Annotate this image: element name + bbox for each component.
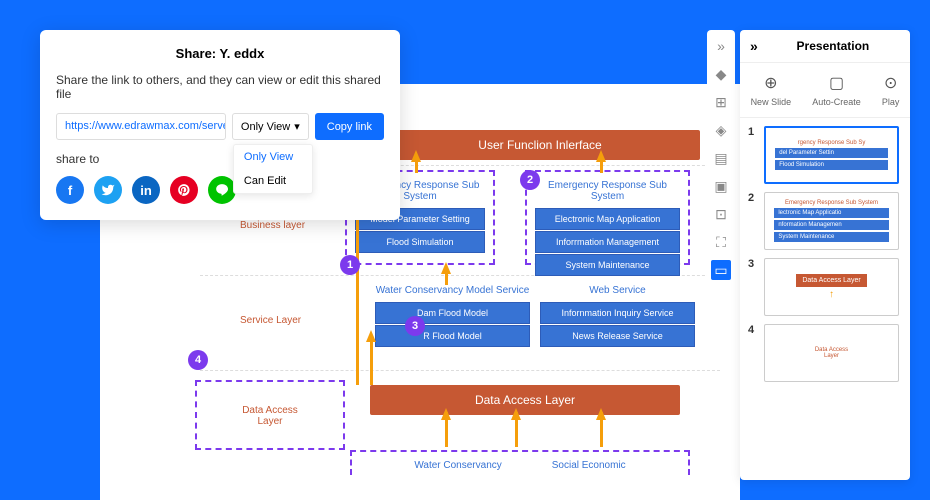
share-desc: Share the link to others, and they can v… — [56, 73, 384, 101]
slide-2[interactable]: 2 Emergency Response Sub System lectroni… — [748, 192, 902, 250]
layer-label-business: Business layer — [240, 220, 305, 231]
stack-item[interactable]: Electronic Map Application — [535, 208, 680, 230]
group-4[interactable]: Web Service Infornmation Inquiry Service… — [540, 285, 695, 348]
new-slide-button[interactable]: ⊕New Slide — [751, 73, 792, 107]
share-modal: Share: Y. eddx Share the link to others,… — [40, 30, 400, 220]
layer-label-service: Service Layer — [240, 315, 301, 326]
arrow-head — [366, 330, 376, 342]
twitter-icon[interactable] — [94, 176, 122, 204]
play-icon: ⊙ — [884, 73, 897, 93]
permission-dropdown[interactable]: Only View ▾ Only View Can Edit — [232, 113, 309, 140]
share-row: https://www.edrawmax.com/server... Only … — [56, 113, 384, 140]
stack-item[interactable]: Dam Flood Model — [375, 302, 530, 324]
expand-icon[interactable]: ⛶ — [711, 232, 731, 252]
slide-thumb[interactable]: Data Access Layer ↑ — [764, 258, 899, 316]
social-icons: f in — [56, 176, 384, 204]
slide-thumb[interactable]: Data Access Layer — [764, 324, 899, 382]
stack-item[interactable]: System Maintenance — [535, 254, 680, 276]
marker-2[interactable]: 2 — [520, 170, 540, 190]
slide-3[interactable]: 3 Data Access Layer ↑ — [748, 258, 902, 316]
collapse-icon[interactable]: » — [750, 38, 758, 54]
group-3[interactable]: Water Conservancy Model Service Dam Floo… — [375, 285, 530, 348]
slide-1[interactable]: 1 rgency Response Sub Sy del Parameter S… — [748, 126, 902, 184]
stack-item[interactable]: News Release Service — [540, 325, 695, 347]
arrow-head — [596, 150, 606, 162]
group-2[interactable]: Emergency Response Sub System Electronic… — [525, 170, 690, 265]
pinterest-icon[interactable] — [170, 176, 198, 204]
facebook-icon[interactable]: f — [56, 176, 84, 204]
presentation-icon[interactable]: ▭ — [711, 260, 731, 280]
data-block[interactable]: Data Access Layer — [370, 385, 680, 415]
ui-block[interactable]: User Funclion Inlerface — [380, 130, 700, 160]
linkedin-icon[interactable]: in — [132, 176, 160, 204]
arrow-head — [441, 262, 451, 274]
bottom-l: Water Conservancy — [414, 460, 501, 461]
panel-actions: ⊕New Slide ▢Auto-Create ⊙Play — [740, 63, 910, 118]
presentation-panel: » Presentation ⊕New Slide ▢Auto-Create ⊙… — [740, 30, 910, 480]
image-icon[interactable]: ▣ — [711, 176, 731, 196]
layers-icon[interactable]: ◈ — [711, 120, 731, 140]
bottom-r: Social Economic — [552, 460, 626, 461]
bucket-icon[interactable]: ◆ — [711, 64, 731, 84]
marker-3[interactable]: 3 — [405, 316, 425, 336]
page-icon[interactable]: ▤ — [711, 148, 731, 168]
share-to-label: share to — [56, 152, 384, 166]
perm-option-edit[interactable]: Can Edit — [234, 169, 312, 193]
auto-create-button[interactable]: ▢Auto-Create — [812, 73, 861, 107]
panel-title: Presentation — [766, 39, 900, 53]
arrow-head — [411, 150, 421, 162]
stack-item[interactable]: Flood Simulation — [355, 231, 485, 253]
group-bottom[interactable]: Water Conservancy Social Economic — [350, 450, 690, 475]
divider — [200, 370, 720, 371]
group-title: Emergency Response Sub System — [535, 180, 680, 202]
arrow — [370, 335, 373, 385]
slide-thumb[interactable]: rgency Response Sub Sy del Parameter Set… — [764, 126, 899, 184]
copy-link-button[interactable]: Copy link — [315, 113, 384, 140]
side-tools: » ◆ ⊞ ◈ ▤ ▣ ⊡ ⛶ ▭ — [707, 30, 735, 286]
line-icon[interactable] — [208, 176, 236, 204]
chevron-down-icon: ▾ — [294, 120, 300, 133]
plus-icon: ⊕ — [764, 73, 777, 93]
stack-item[interactable]: Inforrmation Management — [535, 231, 680, 253]
chart-icon[interactable]: ⊡ — [711, 204, 731, 224]
slides-list: 1 rgency Response Sub Sy del Parameter S… — [740, 118, 910, 398]
slide-thumb[interactable]: Emergency Response Sub System lectronic … — [764, 192, 899, 250]
panel-header: » Presentation — [740, 30, 910, 63]
marker-1[interactable]: 1 — [340, 255, 360, 275]
slide-4[interactable]: 4 Data Access Layer — [748, 324, 902, 382]
perm-option-view[interactable]: Only View — [234, 145, 312, 169]
arrow-icon: ↑ — [829, 289, 834, 300]
arrow-head — [441, 408, 451, 420]
grid-icon[interactable]: ⊞ — [711, 92, 731, 112]
share-title: Share: Y. eddx — [56, 46, 384, 61]
screen-icon: ▢ — [829, 73, 844, 93]
stack-item[interactable]: Infornmation Inquiry Service — [540, 302, 695, 324]
play-button[interactable]: ⊙Play — [882, 73, 900, 107]
share-url-input[interactable]: https://www.edrawmax.com/server... — [56, 113, 226, 140]
group-title: Web Service — [540, 285, 695, 296]
arrow-head — [596, 408, 606, 420]
marker-4[interactable]: 4 — [188, 350, 208, 370]
collapse-icon[interactable]: » — [711, 36, 731, 56]
permission-menu: Only View Can Edit — [233, 144, 313, 194]
arrow-head — [511, 408, 521, 420]
stack-item[interactable]: R Flood Model — [375, 325, 530, 347]
group-data[interactable] — [195, 380, 345, 450]
group-title: Water Conservancy Model Service — [375, 285, 530, 296]
